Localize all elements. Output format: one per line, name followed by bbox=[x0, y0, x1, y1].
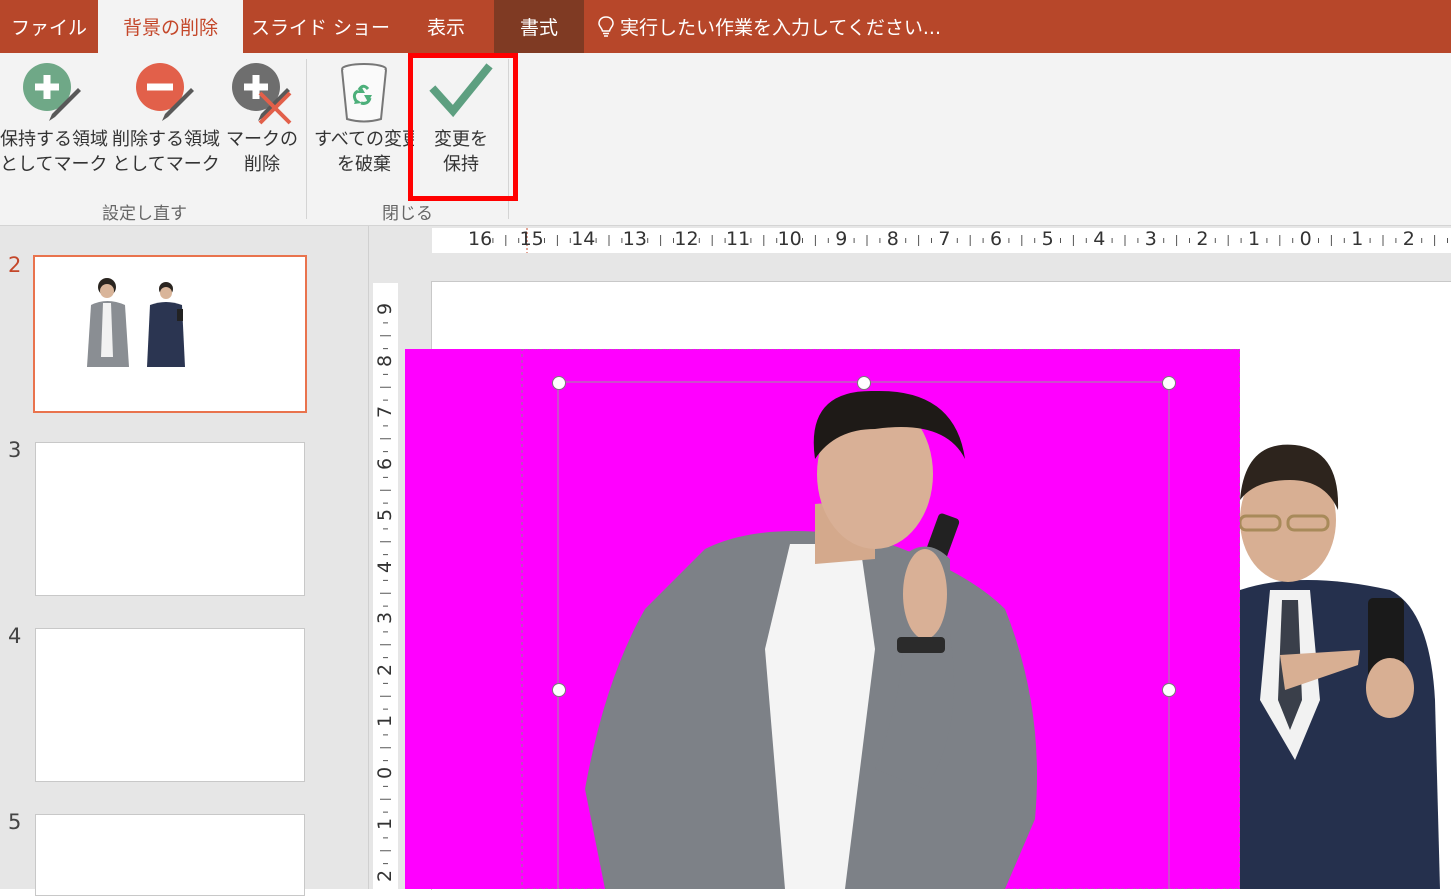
ruler-label: 1 bbox=[1351, 228, 1364, 250]
ruler-label: 8 bbox=[886, 228, 899, 250]
slide-thumbnail-image bbox=[87, 278, 185, 367]
ruler-ticks bbox=[380, 322, 391, 865]
group-label-close: 閉じる bbox=[382, 204, 433, 224]
ruler-label: 9 bbox=[374, 302, 397, 316]
ruler-label: 5 bbox=[374, 508, 397, 522]
group-label-reset: 設定し直す bbox=[102, 204, 187, 224]
ribbon-tab-bar: ファイル 背景の削除 スライド ショー 表示 書式 実行したい作業を入力してくだ… bbox=[0, 0, 1451, 53]
tab-file[interactable]: ファイル bbox=[0, 0, 98, 53]
delete-mark-button[interactable]: マークの 削除 bbox=[226, 53, 298, 177]
ruler-label: 4 bbox=[374, 560, 397, 573]
ruler-label: 2 bbox=[374, 663, 397, 676]
tab-background-removal[interactable]: 背景の削除 bbox=[98, 0, 243, 53]
ruler-label: 0 bbox=[374, 766, 397, 779]
ruler-label: 2 bbox=[374, 869, 397, 882]
ruler-label: 6 bbox=[990, 228, 1003, 250]
discard-all-changes-button[interactable]: すべての変更 を破棄 bbox=[314, 53, 414, 177]
selection-frame[interactable] bbox=[405, 349, 1240, 889]
tab-slideshow[interactable]: スライド ショー bbox=[243, 0, 398, 53]
vertical-ruler: 9 8 7 6 5 4 3 2 1 0 1 2 bbox=[373, 283, 398, 889]
photo-man-with-smartphone bbox=[1240, 444, 1440, 889]
ruler-label: 6 bbox=[374, 457, 397, 470]
resize-handle-top-right[interactable] bbox=[1162, 376, 1176, 390]
tab-view[interactable]: 表示 bbox=[398, 0, 494, 53]
ruler-label: 4 bbox=[1093, 228, 1106, 250]
lightbulb-icon bbox=[598, 15, 614, 37]
group-separator bbox=[306, 59, 307, 219]
ruler-label: 7 bbox=[938, 228, 951, 250]
ruler-label: 16 bbox=[468, 228, 493, 250]
horizontal-ruler: 16 15 14 13 12 11 10 9 8 7 6 5 4 3 2 1 0 1 2 bbox=[432, 228, 1451, 253]
ruler-label: 2 bbox=[1196, 228, 1209, 250]
ruler-label: 2 bbox=[1402, 228, 1415, 250]
ruler-label: 1 bbox=[374, 714, 397, 728]
tab-format[interactable]: 書式 bbox=[494, 0, 584, 53]
ruler-label: 0 bbox=[1299, 228, 1312, 250]
tell-me-box[interactable]: 実行したい作業を入力してください... bbox=[598, 0, 941, 53]
ribbon: 保持する領域 としてマーク 削除する領域 としてマーク マークの 削除 すべての… bbox=[0, 53, 1451, 226]
tell-me-text: 実行したい作業を入力してください... bbox=[620, 17, 941, 39]
button-label: 削除する領域 bbox=[112, 129, 220, 150]
ruler-label: 3 bbox=[374, 611, 397, 625]
slide-number: 4 bbox=[8, 624, 22, 648]
mark-areas-to-remove-button[interactable]: 削除する領域 としてマーク bbox=[111, 53, 221, 177]
mark-areas-to-keep-button[interactable]: 保持する領域 としてマーク bbox=[0, 53, 108, 177]
ruler-label: 11 bbox=[726, 228, 751, 250]
slide-thumbnail[interactable] bbox=[35, 814, 305, 896]
slide-thumbnail[interactable] bbox=[35, 628, 305, 782]
ruler-label: 5 bbox=[1041, 228, 1054, 250]
button-label: 削除 bbox=[244, 154, 280, 175]
recycle-bin-icon bbox=[341, 63, 387, 123]
button-label: マークの bbox=[226, 129, 298, 150]
ruler-label: 13 bbox=[622, 228, 647, 250]
button-label: 保持する領域 bbox=[0, 129, 108, 150]
plus-pencil-icon bbox=[23, 63, 81, 121]
resize-handle-right[interactable] bbox=[1162, 683, 1176, 697]
ruler-label: 14 bbox=[571, 228, 596, 250]
ruler-label: 9 bbox=[835, 228, 848, 250]
plus-eraser-icon bbox=[232, 63, 292, 125]
highlight-frame bbox=[408, 53, 518, 201]
slide-thumbnail-current[interactable] bbox=[33, 255, 307, 413]
slide-number: 3 bbox=[8, 438, 22, 462]
button-label: としてマーク bbox=[0, 154, 108, 175]
ruler-label: 1 bbox=[1248, 228, 1261, 250]
button-label: すべての変更 bbox=[314, 129, 414, 150]
slide-thumbnail[interactable] bbox=[35, 442, 305, 596]
ruler-label: 8 bbox=[374, 354, 397, 367]
slide-number: 5 bbox=[8, 810, 22, 834]
ruler-label: 15 bbox=[519, 228, 544, 250]
button-label: としてマーク bbox=[112, 154, 220, 175]
resize-handle-left[interactable] bbox=[552, 683, 566, 697]
button-label: を破棄 bbox=[337, 154, 391, 175]
slide-thumbnail-pane: 2 3 4 5 bbox=[0, 226, 369, 896]
minus-pencil-icon bbox=[136, 63, 194, 121]
resize-handle-top[interactable] bbox=[857, 376, 871, 390]
ruler-label: 12 bbox=[674, 228, 699, 250]
slide-number: 2 bbox=[8, 253, 22, 277]
resize-handle-top-left[interactable] bbox=[552, 376, 566, 390]
ruler-label: 1 bbox=[374, 817, 397, 831]
ruler-label: 10 bbox=[777, 228, 802, 250]
ruler-label: 3 bbox=[1144, 228, 1157, 250]
ruler-label: 7 bbox=[374, 405, 397, 419]
